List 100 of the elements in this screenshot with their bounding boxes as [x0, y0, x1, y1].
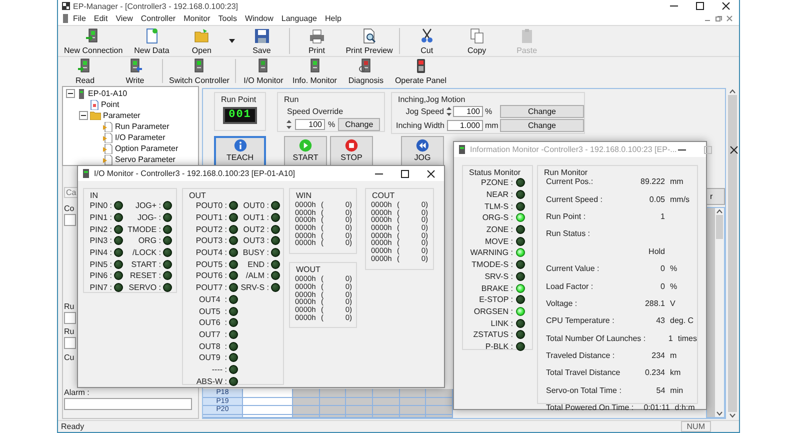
signal-label: POUT3 : [196, 236, 227, 246]
menu-item[interactable]: View [112, 14, 137, 23]
action-button[interactable]: START [284, 136, 327, 168]
field-value: 1 [668, 334, 673, 343]
close-icon[interactable] [426, 168, 436, 178]
field-label: Servo-on Total Time : [546, 386, 622, 395]
toolbar-button[interactable]: Open [176, 28, 227, 54]
list-box[interactable] [706, 207, 725, 418]
toolbar-button[interactable]: Copy [452, 28, 502, 54]
close-icon[interactable] [728, 144, 739, 154]
status-indicator: NUM [680, 421, 711, 432]
tree-item[interactable]: Servo Parameter [115, 155, 176, 164]
menu-item[interactable]: Monitor [180, 14, 214, 23]
signal-label: ABS-W : [196, 376, 227, 386]
toolbar-button[interactable]: Info. Monitor [288, 59, 341, 83]
field-value: 0 [660, 282, 665, 291]
toolbar-button[interactable]: Operate Panel [390, 59, 451, 83]
signal-label: P-BLK : [485, 342, 513, 351]
input-field[interactable] [64, 312, 76, 324]
field-value: 43 [656, 316, 665, 326]
change-button[interactable]: Change [338, 118, 380, 131]
rewind-icon [416, 139, 429, 152]
field-label: Ru [64, 327, 74, 336]
field-value: 1 [660, 212, 665, 221]
expander-icon[interactable] [66, 89, 75, 98]
unit-label: % [670, 264, 678, 274]
toolbar-button[interactable]: Print Preview [342, 28, 397, 54]
field-value: 234 [652, 351, 665, 360]
group-title: Run Monitor [543, 167, 589, 177]
group-title: WIN [295, 190, 313, 200]
tree-item[interactable]: Point [101, 100, 120, 109]
digit-display: 001 [223, 107, 257, 124]
toolbar-button[interactable]: New Data [126, 28, 177, 54]
action-button[interactable]: JOG [401, 136, 444, 168]
signal-label: PIN6 : [90, 271, 112, 280]
menu-item[interactable]: Tools [214, 14, 241, 23]
menu-item[interactable]: Controller [136, 14, 180, 23]
field-label: Voltage : [546, 298, 578, 308]
input-field[interactable]: 1.000 [447, 120, 483, 131]
play-icon [299, 139, 312, 152]
field-label: Run Point : [546, 212, 586, 221]
menu-item[interactable]: Language [277, 14, 321, 23]
table-cell [426, 389, 453, 398]
toolbar-button[interactable]: Save [236, 28, 287, 54]
tree-item[interactable]: Run Parameter [115, 122, 170, 131]
input-field[interactable] [64, 337, 76, 349]
tree-item[interactable]: Option Parameter [115, 144, 178, 153]
field-label: Alarm : [64, 388, 90, 397]
tree-item[interactable]: Parameter [103, 111, 140, 120]
field-value: 89.222 [640, 177, 665, 186]
input-field[interactable] [64, 214, 76, 226]
action-button[interactable]: TEACH [214, 136, 266, 168]
input-field[interactable]: 100 [295, 119, 325, 130]
close-icon[interactable] [721, 1, 731, 11]
maximize-icon[interactable] [400, 168, 410, 178]
toolbar-button[interactable]: Write [110, 59, 160, 83]
input-field[interactable]: 100 [453, 106, 483, 117]
stop-icon [345, 139, 358, 152]
signal-label: ORG-S : [482, 213, 513, 222]
toolbar-button[interactable]: Diagnosis [340, 59, 391, 83]
signal-label: PZONE : [480, 178, 513, 188]
unit-label: mm [670, 177, 684, 186]
signal-label: OUT2 : [243, 224, 269, 234]
maximize-icon[interactable] [695, 1, 705, 11]
window-title: Information Monitor -Controller3 - 192.168.0.100:23 [EP-... [470, 145, 677, 154]
signal-label: WARNING : [470, 248, 513, 258]
toolbar-button[interactable]: Cut [402, 28, 452, 54]
tree-item[interactable]: I/O Parameter [115, 133, 166, 142]
folder-icon [90, 111, 101, 120]
signal-label: POUT0 : [196, 201, 227, 210]
action-button[interactable]: r [706, 188, 725, 205]
input-field[interactable] [64, 398, 192, 410]
signal-label: SERVO : [128, 283, 161, 292]
table-cell [373, 406, 400, 414]
toolbar-button[interactable]: Read [60, 59, 110, 83]
signal-label: NEAR : [486, 190, 513, 200]
toolbar-button[interactable]: I/O Monitor [238, 59, 288, 83]
tree-item[interactable]: EP-01-A10 [88, 89, 128, 98]
group-title: WOUT [295, 264, 322, 274]
menu-item[interactable]: Help [321, 14, 346, 23]
table-cell [346, 389, 374, 398]
spinner-icon[interactable] [286, 119, 292, 130]
expander-icon[interactable] [79, 111, 88, 120]
action-button[interactable]: STOP [330, 136, 373, 168]
toolbar-button[interactable]: Print [292, 28, 342, 54]
unit-label: % [670, 282, 678, 291]
menu-item[interactable]: Window [240, 14, 278, 23]
menu-item[interactable]: File [69, 14, 90, 23]
change-button[interactable]: Change [500, 119, 584, 132]
signal-label: /ALM : [246, 271, 269, 280]
field-label: Total Powered On Time : [546, 403, 634, 412]
unit-label: mm [485, 121, 498, 130]
toolbar-button[interactable]: Switch Controller [165, 59, 234, 83]
menu-item[interactable]: Edit [90, 14, 112, 23]
tab[interactable]: Ca [64, 187, 78, 198]
toolbar-button[interactable]: New Connection [60, 28, 127, 54]
page-arrow-icon [103, 122, 113, 132]
change-button[interactable]: Change [500, 105, 584, 118]
signal-label: PIN2 : [90, 224, 112, 234]
restore-icon[interactable] [715, 15, 722, 22]
